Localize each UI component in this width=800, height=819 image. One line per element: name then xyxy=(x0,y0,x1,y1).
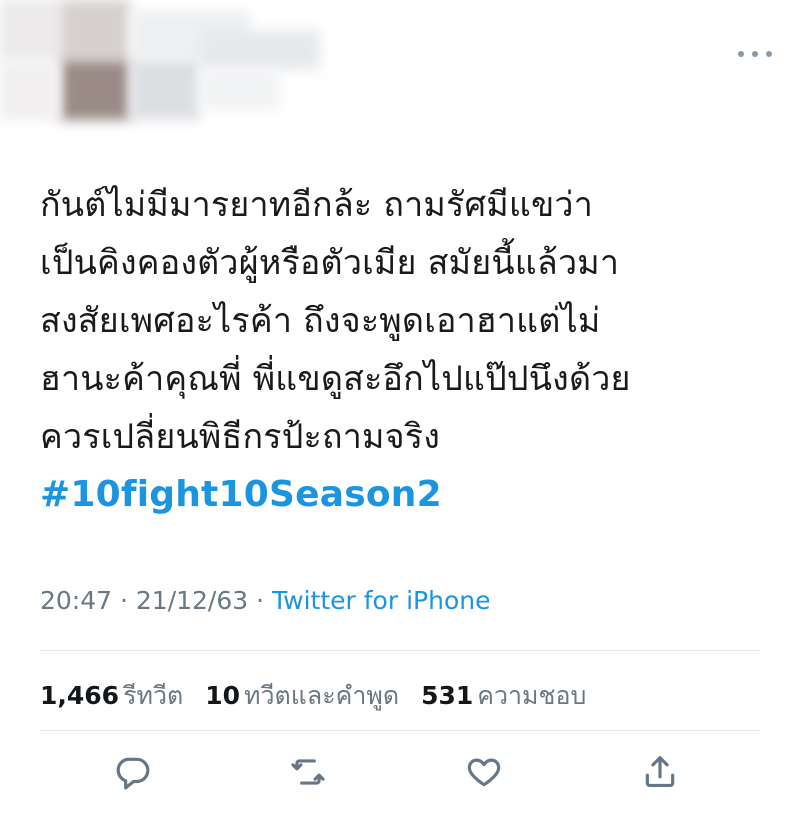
tweet-date: 21/12/63 xyxy=(135,586,249,615)
like-button[interactable] xyxy=(460,748,508,796)
divider xyxy=(40,730,760,731)
reply-button[interactable] xyxy=(108,748,156,796)
divider xyxy=(40,650,760,651)
tweet-text: กันต์ไม่มีมารยาทอีกล้ะ ถามรัศมีแขว่า เป็… xyxy=(40,176,770,524)
tweet-text-line: สงสัยเพศอะไรค้า ถึงจะพูดเอาฮาแต่ไม่ xyxy=(40,301,601,341)
tweet-card: กันต์ไม่มีมารยาทอีกล้ะ ถามรัศมีแขว่า เป็… xyxy=(0,0,800,819)
action-bar xyxy=(0,748,800,804)
likes-label: ความชอบ xyxy=(477,681,587,710)
reply-icon xyxy=(116,757,150,790)
share-button[interactable] xyxy=(636,748,684,796)
meta-separator: · xyxy=(112,586,136,615)
tweet-text-line: เป็นคิงคองตัวผู้หรือตัวเมีย สมัยนี้แล้วม… xyxy=(40,243,620,283)
retweet-button[interactable] xyxy=(284,748,332,796)
hashtag-link[interactable]: #10fight10Season2 xyxy=(40,466,770,524)
quotes-label: ทวีตและคำพูด xyxy=(244,681,400,710)
avatar xyxy=(60,60,130,120)
more-options-icon[interactable] xyxy=(738,44,772,64)
tweet-time: 20:47 xyxy=(40,586,113,615)
tweet-text-line: กันต์ไม่มีมารยาทอีกล้ะ ถามรัศมีแขว่า xyxy=(40,185,594,225)
heart-icon xyxy=(467,758,501,787)
tweet-text-line: ควรเปลี่ยนพิธีกรป้ะถามจริง xyxy=(40,417,441,457)
retweets-label: รีทวีต xyxy=(123,681,184,710)
likes-stat[interactable]: 531 ความชอบ xyxy=(421,681,586,710)
retweet-icon xyxy=(291,759,325,785)
quotes-stat[interactable]: 10 ทวีตและคำพูด xyxy=(205,681,399,710)
engagement-stats: 1,466 รีทวีต 10 ทวีตและคำพูด 531 ความชอบ xyxy=(40,676,600,716)
share-icon xyxy=(645,756,675,788)
tweet-meta: 20:47 · 21/12/63 · Twitter for iPhone xyxy=(40,586,490,615)
retweets-count: 1,466 xyxy=(40,681,120,710)
tweet-text-line: ฮานะค้าคุณพี่ พี่แขดูสะอึกไปแป๊ปนึงด้วย xyxy=(40,359,631,399)
blurred-user-header xyxy=(0,0,400,150)
meta-separator: · xyxy=(248,586,273,615)
tweet-source-link[interactable]: Twitter for iPhone xyxy=(272,586,490,615)
retweets-stat[interactable]: 1,466 รีทวีต xyxy=(40,681,183,710)
likes-count: 531 xyxy=(421,681,474,710)
quotes-count: 10 xyxy=(205,681,241,710)
